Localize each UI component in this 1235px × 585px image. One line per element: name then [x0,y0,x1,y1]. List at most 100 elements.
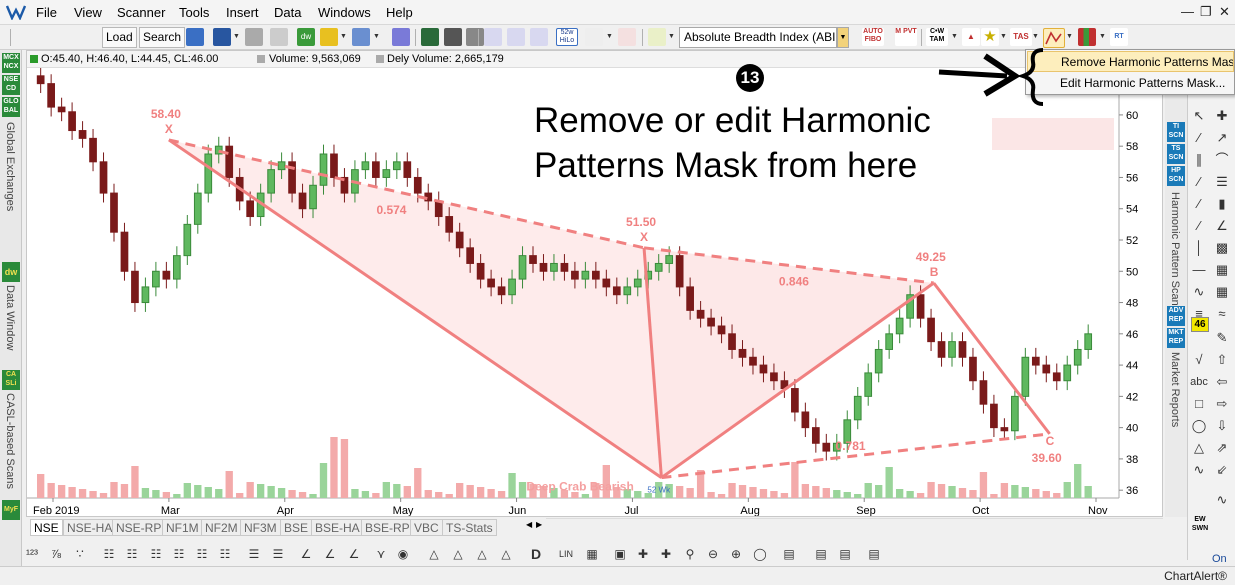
time-zones-icon[interactable]: ☰ [268,544,288,564]
trendline-icon[interactable]: ∕ [1189,128,1209,148]
fib-ratio-icon[interactable]: ∵ [70,544,90,564]
arrow-right-icon[interactable]: ⇨ [1212,394,1232,414]
cycle-lines-icon[interactable]: ☰ [244,544,264,564]
auto-fibo-icon[interactable]: AUTO FIBO [862,28,884,46]
bars-icon[interactable]: ▮ [1212,194,1232,214]
fib-fan-icon[interactable]: ∠ [296,544,316,564]
indicator-select[interactable]: Absolute Breadth Index (ABI [679,27,837,48]
fib-channel-icon[interactable]: ∠ [344,544,364,564]
stack-alt-icon[interactable]: ☷ [192,544,212,564]
calendar-icon[interactable]: ▦ [1212,282,1232,302]
d-tool-icon[interactable]: D [526,544,546,564]
menu-scanner[interactable]: Scanner [117,5,165,20]
channel-icon[interactable]: ∥ [1189,150,1209,170]
cursor-icon[interactable]: ✚ [633,544,653,564]
tab-data-window[interactable]: Data Window [4,285,16,350]
data-window-badge[interactable]: dw [2,262,20,282]
minimize-icon[interactable]: — [1181,4,1194,19]
tab-nf1m[interactable]: NF1M [162,519,203,536]
menu-windows[interactable]: Windows [318,5,371,20]
mcx-ncx-badge[interactable]: MCX NCX [2,53,20,73]
restore-icon[interactable]: ❐ [1200,4,1212,20]
volume-icon[interactable] [507,28,525,46]
arrow-ne-icon[interactable]: ⇗ [1212,438,1232,458]
tab-nse[interactable]: NSE [30,519,63,536]
ew-swing-icon[interactable]: EW SWN [1189,515,1211,535]
chevron-down-icon[interactable]: ▼ [837,27,849,48]
abc-wave-icon[interactable]: ⅞ [46,544,66,564]
columns-alt-icon[interactable]: ☷ [146,544,166,564]
chart-pattern-icon[interactable]: ▲ [962,28,980,46]
table-icon[interactable]: ▦ [1212,260,1232,280]
cow-tam-icon[interactable]: C•W TAM [926,28,948,46]
notes-icon[interactable]: ▤ [779,544,799,564]
layout-icon[interactable] [186,28,204,46]
tab-ts-stats[interactable]: TS-Stats [442,519,497,536]
triangle-icon[interactable]: △ [1189,438,1209,458]
horizontal-line-icon[interactable]: — [1189,260,1209,280]
chevron-down-icon[interactable]: ▼ [1099,33,1106,40]
bar-chart-icon[interactable] [484,28,502,46]
stack-icon[interactable]: ☷ [169,544,189,564]
gann-grid-icon[interactable]: ▩ [1212,238,1232,258]
mkt-report-badge[interactable]: MKT REP [1167,328,1185,348]
crosshair-icon[interactable]: ✚ [1212,106,1232,126]
tab-nf2m[interactable]: NF2M [201,519,242,536]
52w-hilo-icon[interactable]: 52w HiLo [556,28,578,46]
chevron-down-icon[interactable]: ▼ [606,33,613,40]
tab-market-reports[interactable]: Market Reports [1169,352,1181,427]
moving-average-icon[interactable] [618,28,636,46]
casl-badge[interactable]: CA SLi [2,370,20,390]
zoom-reset-icon[interactable]: ◯ [750,544,770,564]
cross-cursor-icon[interactable]: ✚ [656,544,676,564]
hp-scan-badge[interactable]: HP SCN [1167,166,1185,186]
grid-icon[interactable]: ☷ [215,544,235,564]
pitchfork-icon[interactable]: ⋎ [371,544,391,564]
harmonic-shape-icon[interactable]: △ [472,544,492,564]
sl-ray-icon[interactable]: ∕ [1189,194,1209,214]
text-tool-icon[interactable]: abc [1189,372,1209,392]
dly-volume-icon[interactable] [530,28,548,46]
close-icon[interactable]: ✕ [1219,4,1230,20]
menu-help[interactable]: Help [386,5,413,20]
nse-cd-badge[interactable]: NSE CD [2,75,20,95]
adv-report-badge[interactable]: ADV REP [1167,306,1185,326]
chevron-down-icon[interactable]: ▼ [1066,33,1073,40]
export-icon[interactable]: ▤ [864,544,884,564]
ts-scan-badge[interactable]: TS SCN [1167,144,1185,164]
overlay-icon[interactable] [648,28,666,46]
sl-channel-icon[interactable]: ∕ [1189,216,1209,236]
arrow-sw-icon[interactable]: ⇙ [1212,460,1232,480]
zoom-out-icon[interactable]: ⊖ [703,544,723,564]
search-button[interactable]: Search [139,27,186,48]
candles-icon[interactable] [1078,28,1096,46]
tab-bse[interactable]: BSE [280,519,313,536]
wave-icon[interactable]: ∿ [1189,460,1209,480]
harmonic-tool-icon[interactable]: △ [496,544,516,564]
measure-icon[interactable]: √ [1189,350,1209,370]
chevron-down-icon[interactable]: ▼ [340,33,347,40]
zoom-in-icon[interactable]: ⊕ [726,544,746,564]
fan-icon[interactable]: ∠ [1212,216,1232,236]
tab-bse-rp[interactable]: BSE-RP [361,519,414,536]
harmonic-abc-icon[interactable]: △ [448,544,468,564]
chevron-down-icon[interactable]: ▼ [1000,33,1007,40]
pivot-icon[interactable]: M PVT [895,28,917,46]
lock-icon[interactable]: ◉ [393,544,413,564]
remove-harmonic-mask-item[interactable]: Remove Harmonic Patterns Mask [1027,51,1234,72]
cycle-icon[interactable]: ∿ [1189,282,1209,302]
ti-scan-badge[interactable]: TI SCN [1167,122,1185,142]
numbering-icon[interactable]: ¹²³ [22,544,42,564]
chevron-down-icon[interactable]: ▼ [668,33,675,40]
columns-icon[interactable]: ☷ [122,544,142,564]
global-badge[interactable]: GLO BAL [2,97,20,117]
print-preview-icon[interactable] [270,28,288,46]
fit-icon[interactable]: ▣ [610,544,630,564]
pencil-icon[interactable]: ✎ [1212,328,1232,348]
print-icon[interactable] [245,28,263,46]
zigzag-icon[interactable]: ∿ [1212,490,1232,510]
rectangle-icon[interactable]: □ [1189,394,1209,414]
tab-scroll-right-icon[interactable]: ▶ [536,520,542,529]
tab-nse-rp[interactable]: NSE-RP [112,519,166,536]
fib-arc-icon[interactable]: ∠ [320,544,340,564]
